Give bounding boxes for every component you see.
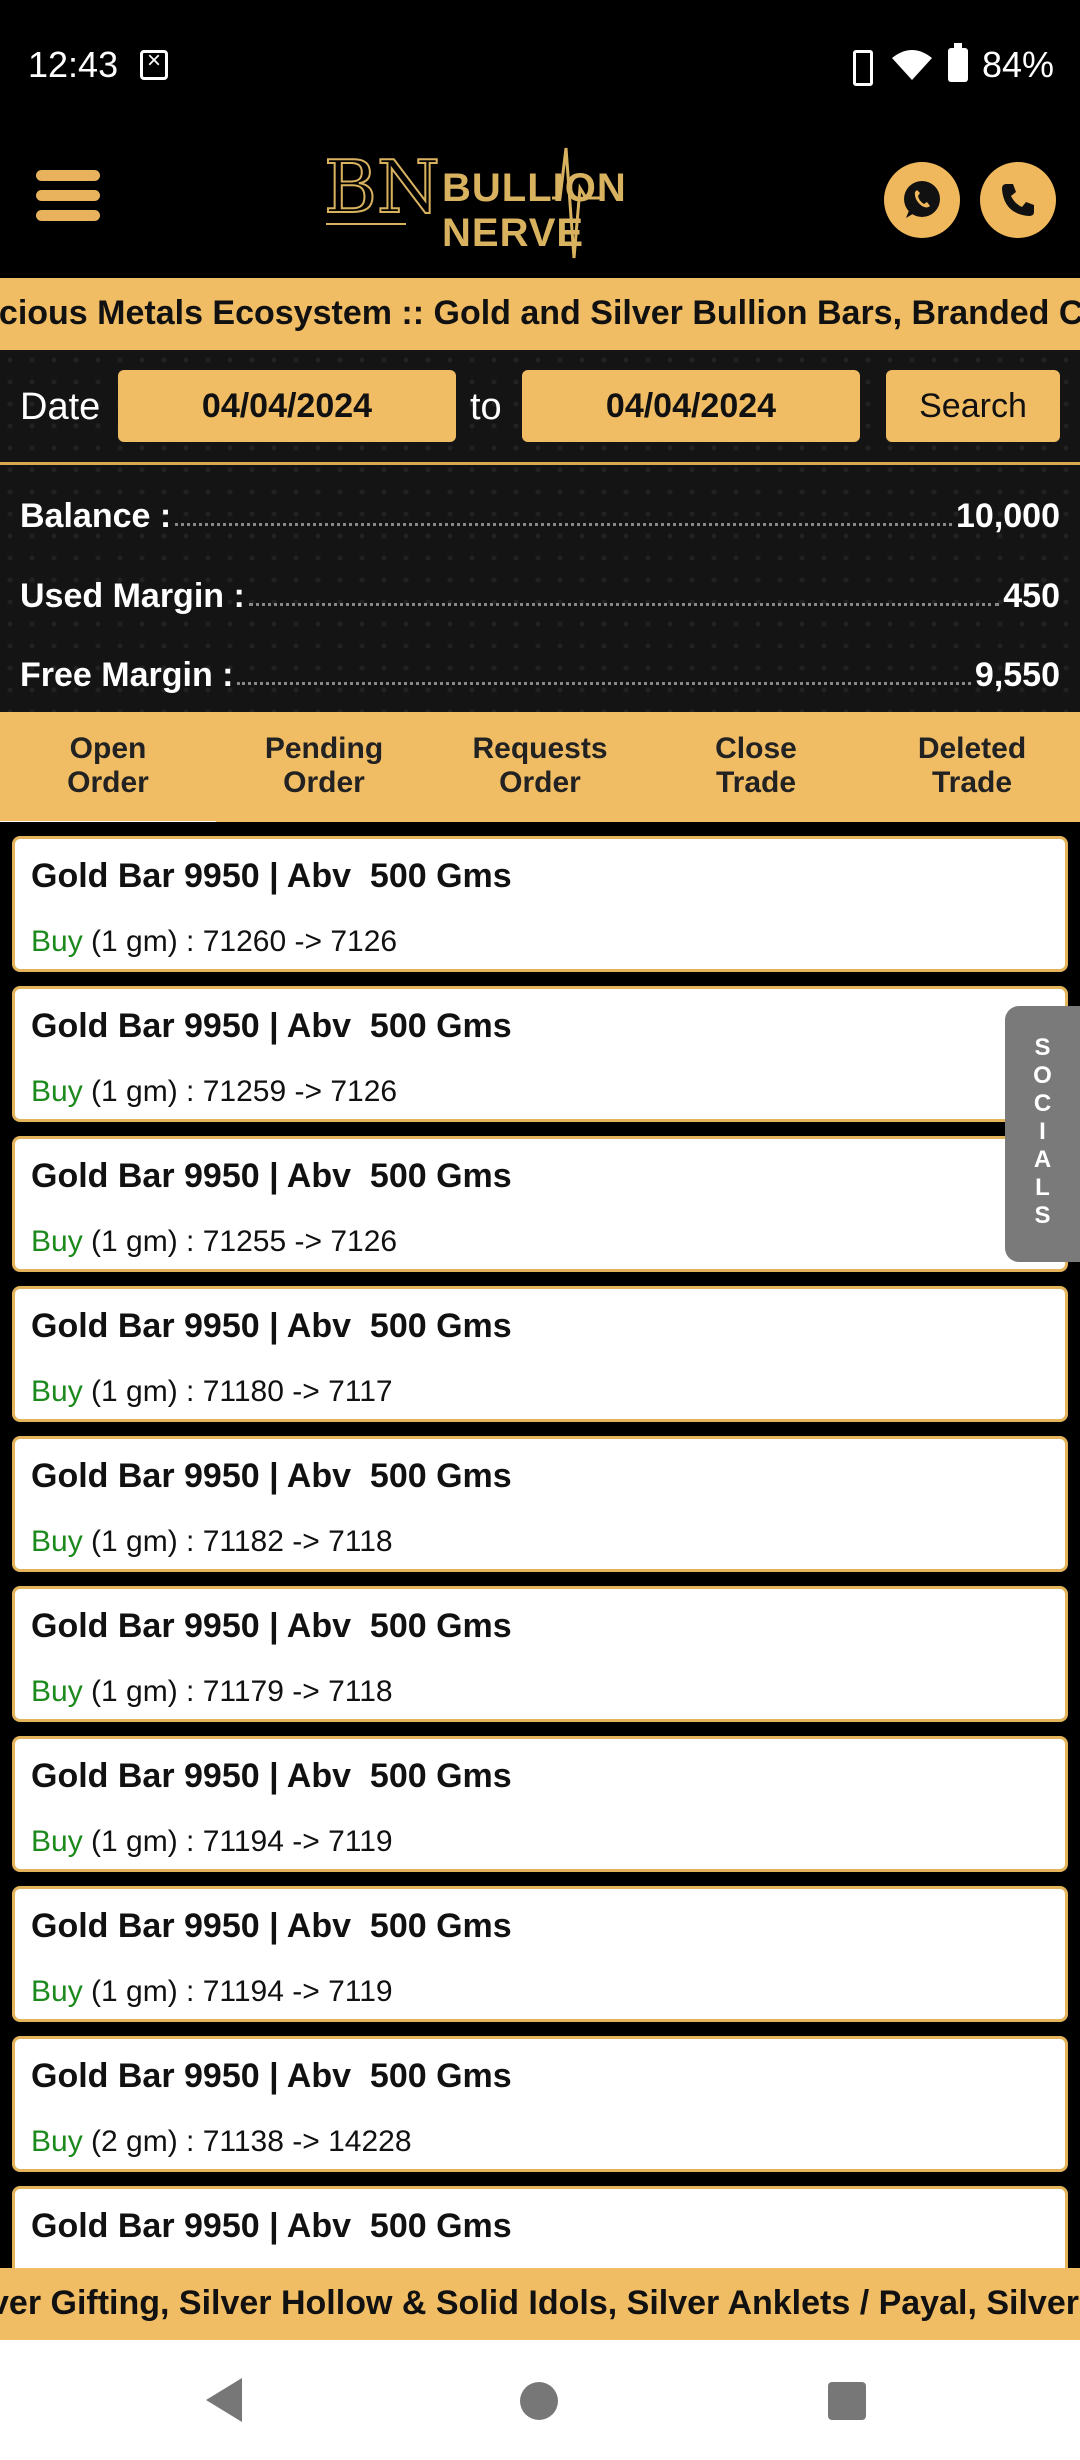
order-title: Gold Bar 9950 | Abv 500 Gms [31, 2057, 512, 2095]
marquee-top: ecious Metals Ecosystem :: Gold and Silv… [0, 278, 1080, 350]
order-title: Gold Bar 9950 | Abv 500 Gms [31, 2207, 512, 2245]
order-title: Gold Bar 9950 | Abv 500 Gms [31, 857, 512, 895]
order-detail: Buy (1 gm) : 71194 -> 7119 [31, 1975, 393, 2008]
order-list: Gold Bar 9950 | Abv 500 Gms Buy (1 gm) :… [0, 822, 1080, 2268]
used-margin-row: Used Margin : 450 [20, 566, 1060, 616]
used-margin-label: Used Margin : [20, 577, 245, 615]
order-detail: Buy (1 gm) : 71179 -> 7118 [31, 1675, 393, 1708]
battery-percent: 84% [981, 44, 1054, 85]
vibrate-icon [844, 48, 876, 86]
order-detail: Buy (1 gm) : 71182 -> 7118 [31, 1525, 393, 1558]
used-margin-value: 450 [1003, 577, 1060, 615]
list-item[interactable]: Gold Bar 9950 | Abv 500 Gms Buy (1 gm) :… [12, 1736, 1068, 1872]
order-title: Gold Bar 9950 | Abv 500 Gms [31, 1157, 512, 1195]
order-detail: Buy (2 gm) : 71138 -> 14228 [31, 2125, 412, 2158]
date-filter: Date 04/04/2024 to 04/04/2024 Search [0, 350, 1080, 464]
svg-text:BN: BN [324, 145, 440, 229]
list-item[interactable]: Gold Bar 9950 | Abv 500 Gms Buy (1 gm) :… [12, 986, 1068, 1122]
order-detail: Buy (1 gm) : 71259 -> 7126 [31, 1075, 398, 1108]
home-icon[interactable] [520, 2382, 558, 2420]
marquee-top-text: ecious Metals Ecosystem :: Gold and Silv… [0, 294, 1080, 332]
phone-icon [1002, 184, 1034, 216]
menu-icon[interactable] [36, 170, 100, 226]
list-item[interactable]: Gold Bar 9950 | Abv 500 Gms Buy (1 gm) :… [12, 1886, 1068, 2022]
whatsapp-button[interactable] [884, 162, 960, 238]
back-icon[interactable] [206, 2378, 242, 2422]
status-time: 12:43 [28, 44, 119, 85]
whatsapp-icon [904, 181, 940, 218]
status-bar: 12:43 84% [0, 0, 1080, 132]
wifi-icon [891, 50, 932, 80]
socials-tab[interactable]: S O C I A L S [1005, 1006, 1080, 1262]
list-item[interactable]: Gold Bar 9950 | Abv 500 Gms Buy (1 gm) :… [12, 1586, 1068, 1722]
list-item[interactable]: Gold Bar 9950 | Abv 500 Gms Buy (2 gm) :… [12, 2036, 1068, 2172]
tab-deleted-trade[interactable]: Deleted Trade [864, 712, 1080, 822]
order-title: Gold Bar 9950 | Abv 500 Gms [31, 1607, 512, 1645]
free-margin-row: Free Margin : 9,550 [20, 645, 1060, 695]
marquee-bottom-text: ver Gifting, Silver Hollow & Solid Idols… [0, 2284, 1079, 2322]
balance-row: Balance : 10,000 [20, 486, 1060, 536]
list-item[interactable]: Gold Bar 9950 | Abv 500 Gms Buy (1 gm) :… [12, 1436, 1068, 1572]
order-title: Gold Bar 9950 | Abv 500 Gms [31, 1757, 512, 1795]
balance-label: Balance : [20, 497, 172, 535]
brand-name: BULLION NERVE [442, 166, 627, 255]
search-button[interactable]: Search [886, 370, 1060, 442]
tab-open-order[interactable]: Open Order [0, 712, 216, 826]
list-item[interactable]: Gold Bar 9950 | Abv 500 Gms Buy (1 gm) :… [12, 836, 1068, 972]
divider [0, 462, 1080, 465]
call-button[interactable] [980, 162, 1056, 238]
system-nav-bar [0, 2340, 1080, 2460]
date-to-label: to [470, 386, 502, 428]
tab-requests-order[interactable]: Requests Order [432, 712, 648, 822]
recent-apps-icon[interactable] [828, 2382, 866, 2420]
list-item[interactable]: Gold Bar 9950 | Abv 500 Gms Buy (1 gm) :… [12, 1136, 1068, 1272]
date-label: Date [20, 386, 101, 428]
order-title: Gold Bar 9950 | Abv 500 Gms [31, 1007, 512, 1045]
free-margin-value: 9,550 [974, 656, 1060, 694]
order-title: Gold Bar 9950 | Abv 500 Gms [31, 1307, 512, 1345]
order-detail: Buy (1 gm) : 71255 -> 7126 [31, 1225, 398, 1258]
order-title: Gold Bar 9950 | Abv 500 Gms [31, 1907, 512, 1945]
app-header: BN BULLION NERVE [0, 132, 1080, 278]
tab-close-trade[interactable]: Close Trade [648, 712, 864, 822]
list-item[interactable]: Gold Bar 9950 | Abv 500 Gms Buy (1 gm) :… [12, 1286, 1068, 1422]
order-detail: Buy (1 gm) : 71260 -> 7126 [31, 925, 398, 958]
list-item[interactable]: Gold Bar 9950 | Abv 500 Gms [12, 2186, 1068, 2268]
date-to-field[interactable]: 04/04/2024 [522, 370, 860, 442]
order-detail: Buy (1 gm) : 71194 -> 7119 [31, 1825, 393, 1858]
no-sim-icon [140, 47, 168, 80]
order-title: Gold Bar 9950 | Abv 500 Gms [31, 1457, 512, 1495]
order-tabs: Open Order Pending Order Requests Order Clo… [0, 712, 1080, 826]
date-from-field[interactable]: 04/04/2024 [118, 370, 456, 442]
balance-value: 10,000 [956, 497, 1060, 535]
marquee-bottom: ver Gifting, Silver Hollow & Solid Idols… [0, 2268, 1080, 2340]
free-margin-label: Free Margin : [20, 656, 234, 694]
status-icons: 84% [844, 43, 1054, 86]
order-detail: Buy (1 gm) : 71180 -> 7117 [31, 1375, 393, 1408]
battery-icon [947, 43, 968, 82]
tab-pending-order[interactable]: Pending Order [216, 712, 432, 822]
brand-logo: BN BULLION NERVE [322, 138, 762, 268]
